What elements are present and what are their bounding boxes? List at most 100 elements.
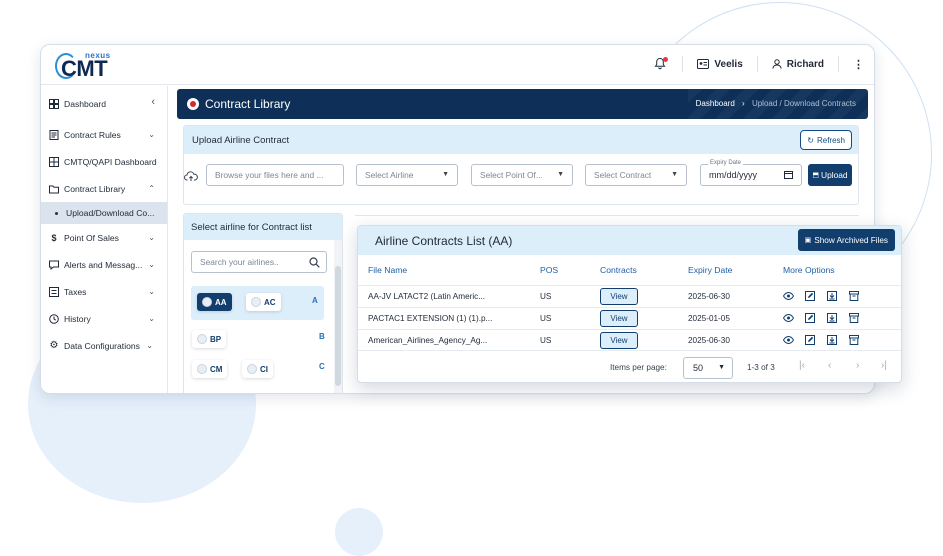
table-pagination: Items per page: 50 ▼ 1-3 of 3 |‹ ‹ › ›|: [358, 350, 901, 382]
column-header-expiry-date[interactable]: Expiry Date: [688, 265, 732, 275]
upload-card-header: Upload Airline Contract ↻ Refresh: [184, 126, 858, 154]
calendar-icon[interactable]: [784, 170, 793, 181]
archive-icon[interactable]: [849, 313, 859, 323]
pos-cell: US: [540, 314, 552, 323]
browse-files-input[interactable]: Browse your files here and ...: [206, 164, 344, 186]
first-page-icon[interactable]: |‹: [799, 360, 805, 371]
chevron-down-icon: ⌄: [148, 314, 155, 323]
show-archived-label: Show Archived Files: [814, 235, 888, 245]
select-contract-dropdown[interactable]: Select Contract ▼: [585, 164, 687, 186]
refresh-button[interactable]: ↻ Refresh: [800, 130, 852, 150]
archive-icon[interactable]: [849, 335, 859, 345]
airline-logo-icon: [251, 297, 261, 307]
user-icon: [772, 59, 782, 69]
previous-page-icon[interactable]: ‹: [828, 360, 831, 371]
view-icon[interactable]: [782, 291, 795, 301]
more-vertical-icon[interactable]: ⋮: [853, 58, 864, 71]
view-contract-button[interactable]: View: [600, 310, 638, 327]
download-icon[interactable]: [827, 291, 837, 301]
sidebar-item-upload-download[interactable]: Upload/Download Co...: [41, 202, 167, 224]
pagination-range: 1-3 of 3: [747, 363, 775, 372]
sidebar-item-history[interactable]: History ⌄: [41, 305, 167, 332]
notification-bell-icon[interactable]: [654, 57, 669, 71]
upload-card-title: Upload Airline Contract: [192, 134, 290, 146]
edit-icon[interactable]: [805, 291, 815, 301]
column-header-contracts[interactable]: Contracts: [600, 265, 637, 275]
next-page-icon[interactable]: ›: [856, 360, 859, 371]
upload-button[interactable]: ⬒ Upload: [808, 164, 852, 186]
column-header-pos[interactable]: POS: [540, 265, 558, 275]
edit-icon[interactable]: [805, 335, 815, 345]
sidebar-item-dashboard[interactable]: Dashboard ‹: [41, 90, 167, 117]
sidebar-item-cmtq-dashboard[interactable]: CMTQ/QAPI Dashboard: [41, 148, 167, 175]
select-contract-placeholder: Select Contract: [594, 170, 652, 180]
airline-code: CM: [210, 364, 223, 374]
select-pos-dropdown[interactable]: Select Point Of... ▼: [471, 164, 573, 186]
expiry-date-cell: 2025-01-05: [688, 314, 730, 323]
sidebar-item-contract-library[interactable]: Contract Library ⌃: [41, 175, 167, 202]
expiry-date-cell: 2025-06-30: [688, 336, 730, 345]
browse-files-placeholder: Browse your files here and ...: [215, 170, 324, 180]
chevron-up-icon: ⌃: [148, 184, 155, 193]
sidebar-item-label: History: [64, 313, 91, 324]
message-icon: [49, 260, 59, 270]
items-per-page-select[interactable]: 50 ▼: [683, 357, 733, 379]
table-row: PACTAC1 EXTENSION (1) (1).p... US View 2…: [358, 307, 901, 329]
pos-cell: US: [540, 336, 552, 345]
edit-icon[interactable]: [805, 313, 815, 323]
archive-icon: ▣: [804, 237, 812, 244]
expiry-date-cell: 2025-06-30: [688, 292, 730, 301]
airline-chip-aa[interactable]: AA: [197, 293, 232, 311]
sidebar-item-alerts[interactable]: Alerts and Messag... ⌄: [41, 251, 167, 278]
view-icon[interactable]: [782, 313, 795, 323]
airline-search-placeholder: Search your airlines..: [200, 257, 279, 267]
file-name-cell[interactable]: American_Airlines_Agency_Ag...: [368, 336, 487, 345]
airline-chip-ac[interactable]: AC: [246, 293, 281, 311]
sidebar-item-point-of-sales[interactable]: $ Point Of Sales ⌄: [41, 224, 167, 251]
column-header-file-name[interactable]: File Name: [368, 265, 407, 275]
chevron-down-icon: ⌄: [148, 260, 155, 269]
org-switcher[interactable]: Veelis: [697, 58, 743, 70]
caret-down-icon: ▼: [718, 364, 725, 371]
view-contract-button[interactable]: View: [600, 332, 638, 349]
table-row: AA-JV LATACT2 (Latin Americ... US View 2…: [358, 285, 901, 307]
cmt-logo[interactable]: CMT nexus: [55, 51, 115, 81]
airline-chip-bp[interactable]: BP: [192, 330, 227, 348]
bullet-icon: [55, 211, 58, 215]
user-menu[interactable]: Richard: [772, 59, 824, 70]
pos-cell: US: [540, 292, 552, 301]
scrollbar-thumb[interactable]: [335, 266, 341, 386]
select-airline-dropdown[interactable]: Select Airline ▼: [356, 164, 458, 186]
airline-chip-ci[interactable]: CI: [242, 360, 273, 378]
last-page-icon[interactable]: ›|: [881, 360, 887, 371]
file-name-cell[interactable]: PACTAC1 EXTENSION (1) (1).p...: [368, 314, 492, 323]
id-card-icon: [697, 59, 710, 69]
chevron-down-icon: ⌄: [148, 233, 155, 242]
airline-code: AC: [264, 297, 276, 307]
sidebar-item-contract-rules[interactable]: Contract Rules ⌄: [41, 121, 167, 148]
expiry-date-input[interactable]: Expiry Date mm/dd/yyyy: [700, 160, 802, 186]
sidebar-item-taxes[interactable]: Taxes ⌄: [41, 278, 167, 305]
download-icon[interactable]: [827, 335, 837, 345]
view-contract-button[interactable]: View: [600, 288, 638, 305]
org-name: Veelis: [714, 58, 743, 70]
items-per-page-label: Items per page:: [610, 363, 667, 372]
airline-list-scrollbar[interactable]: [334, 240, 342, 393]
archive-icon[interactable]: [849, 291, 859, 301]
sidebar-item-label: Point Of Sales: [64, 232, 119, 243]
items-per-page-value: 50: [693, 363, 704, 373]
airline-panel-title: Select airline for Contract list: [184, 214, 342, 240]
airline-chip-cm[interactable]: CM: [192, 360, 228, 378]
breadcrumb-home[interactable]: Dashboard: [696, 99, 735, 108]
view-icon[interactable]: [782, 335, 795, 345]
chevron-down-icon: ⌄: [148, 130, 155, 139]
file-name-cell[interactable]: AA-JV LATACT2 (Latin Americ...: [368, 292, 485, 301]
sidebar-item-label: Data Configurations: [64, 340, 140, 351]
sidebar-item-data-configurations[interactable]: ⚙ Data Configurations ⌄: [41, 332, 167, 359]
show-archived-button[interactable]: ▣ Show Archived Files: [797, 229, 895, 251]
airline-logo-icon: [202, 297, 212, 307]
collapse-sidebar-icon[interactable]: ‹: [151, 96, 155, 108]
download-icon[interactable]: [827, 313, 837, 323]
airline-panel: Select airline for Contract list Search …: [183, 213, 343, 393]
airline-search-input[interactable]: Search your airlines..: [191, 251, 327, 273]
